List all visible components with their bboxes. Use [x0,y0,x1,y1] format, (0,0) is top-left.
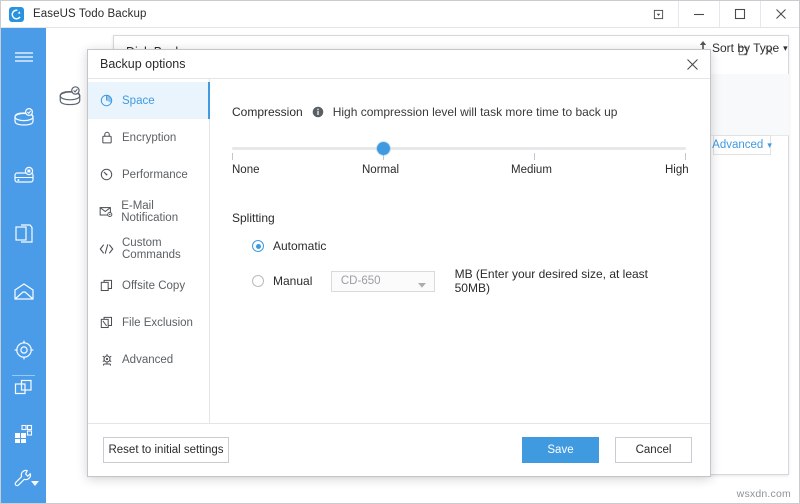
watermark: wsxdn.com [737,488,791,500]
chevron-down-icon [418,279,426,291]
split-size-note: MB (Enter your desired size, at least 50… [455,267,686,295]
tools-grid-icon [13,423,34,444]
compression-hint: High compression level will task more ti… [333,105,618,119]
sidebar-item-file-backup[interactable] [1,211,46,256]
dialog-body: Space Encryption [88,79,710,423]
dialog-close-icon[interactable] [674,50,710,78]
slider-tick [685,153,686,160]
compression-label: Compression [232,105,303,119]
sidebar-item-clone[interactable] [1,366,46,411]
nav-item-label: Advanced [122,354,173,366]
gear-tree-icon [99,353,114,367]
disk-backup-icon [12,107,36,129]
radio-manual[interactable] [252,275,264,287]
radio-automatic[interactable] [252,240,264,252]
splitting-automatic-row[interactable]: Automatic [232,239,686,253]
gauge-icon [99,168,114,181]
sidebar-item-mail-backup[interactable] [1,269,46,314]
nav-item-advanced[interactable]: Advanced [88,341,209,378]
slider-tick-label: Normal [362,164,399,176]
target-icon [13,339,35,361]
nav-item-label: File Exclusion [122,317,193,329]
window-controls [638,1,800,28]
lock-icon [99,131,114,144]
chevron-down-icon [31,481,39,487]
system-backup-icon [12,165,36,187]
nav-item-file-exclusion[interactable]: File Exclusion [88,304,209,341]
sort-by-label: Sort by Type [712,41,779,55]
mail-icon [12,282,36,302]
save-button[interactable]: Save [522,437,599,463]
slider-tick-label: None [232,164,260,176]
split-size-value: CD-650 [341,275,381,287]
sidebar-item-settings[interactable] [1,456,46,501]
radio-manual-label: Manual [273,274,317,288]
file-copy-icon [13,223,35,245]
backup-options-dialog: Backup options [87,49,711,477]
info-icon[interactable] [312,106,324,118]
background-card-disk-icon [57,85,83,114]
chevron-down-icon: ▾ [767,140,772,151]
nav-item-custom-commands[interactable]: Custom Commands [88,230,209,267]
nav-item-label: Space [122,95,155,107]
advanced-label: Advanced [712,139,763,151]
sort-by-control[interactable]: Sort by Type ▾ [699,41,788,55]
advanced-dropdown-button[interactable]: Advanced ▾ [713,135,771,155]
radio-automatic-label: Automatic [273,239,326,253]
slider-tick-label: High [665,164,689,176]
splitting-manual-row[interactable]: Manual CD-650 MB (Enter your desired siz… [232,267,686,295]
sidebar-item-tools[interactable] [1,411,46,456]
title-bar: EaseUS Todo Backup [1,1,800,28]
file-exclude-icon [99,316,114,329]
chevron-down-icon: ▾ [783,43,788,54]
pie-chart-icon [99,94,114,107]
dialog-nav: Space Encryption [88,79,210,423]
nav-item-label: Custom Commands [122,237,209,261]
nav-item-label: Performance [122,169,188,181]
maximize-icon[interactable] [719,1,760,28]
slider-thumb[interactable] [377,142,390,155]
splitting-label: Splitting [232,211,686,225]
nav-item-space[interactable]: Space [88,82,209,119]
nav-item-encryption[interactable]: Encryption [88,119,209,156]
dialog-pane-space: Compression High compression level will … [210,79,710,423]
reset-to-initial-settings-button[interactable]: Reset to initial settings [103,437,229,463]
nav-item-email-notification[interactable]: E-Mail Notification [88,193,209,230]
compression-header: Compression High compression level will … [232,105,686,119]
nav-item-label: Encryption [122,132,176,144]
close-icon[interactable] [760,1,800,28]
sidebar-item-menu-hamburger[interactable] [1,34,46,79]
minimize-icon[interactable] [678,1,719,28]
slider-tick-label: Medium [511,164,552,176]
slider-tick [232,153,233,160]
dialog-footer: Reset to initial settings Save Cancel [88,423,710,476]
primary-sidebar [1,28,46,504]
split-size-select[interactable]: CD-650 [331,271,435,292]
sidebar-item-disk-backup[interactable] [1,95,46,140]
restore-down-icon[interactable] [638,1,678,28]
cancel-button[interactable]: Cancel [615,437,692,463]
mail-settings-icon [99,205,113,218]
application-window: EaseUS Todo Backup [0,0,800,504]
slider-track[interactable] [232,147,686,150]
compression-slider[interactable]: None Normal Medium High [232,138,686,182]
nav-item-label: Offsite Copy [122,280,185,292]
clone-squares-icon [13,378,34,399]
hamburger-icon [14,50,34,64]
code-brackets-icon [99,243,114,255]
app-title: EaseUS Todo Backup [33,8,146,20]
nav-item-offsite-copy[interactable]: Offsite Copy [88,267,209,304]
slider-tick [534,153,535,160]
dialog-header: Backup options [88,50,710,79]
copy-icon [99,279,114,292]
sidebar-bottom-group [1,366,46,501]
nav-item-label: E-Mail Notification [121,200,209,224]
dialog-title: Backup options [100,57,185,71]
sidebar-item-system-backup[interactable] [1,153,46,198]
app-logo-icon [9,7,24,22]
nav-item-performance[interactable]: Performance [88,156,209,193]
